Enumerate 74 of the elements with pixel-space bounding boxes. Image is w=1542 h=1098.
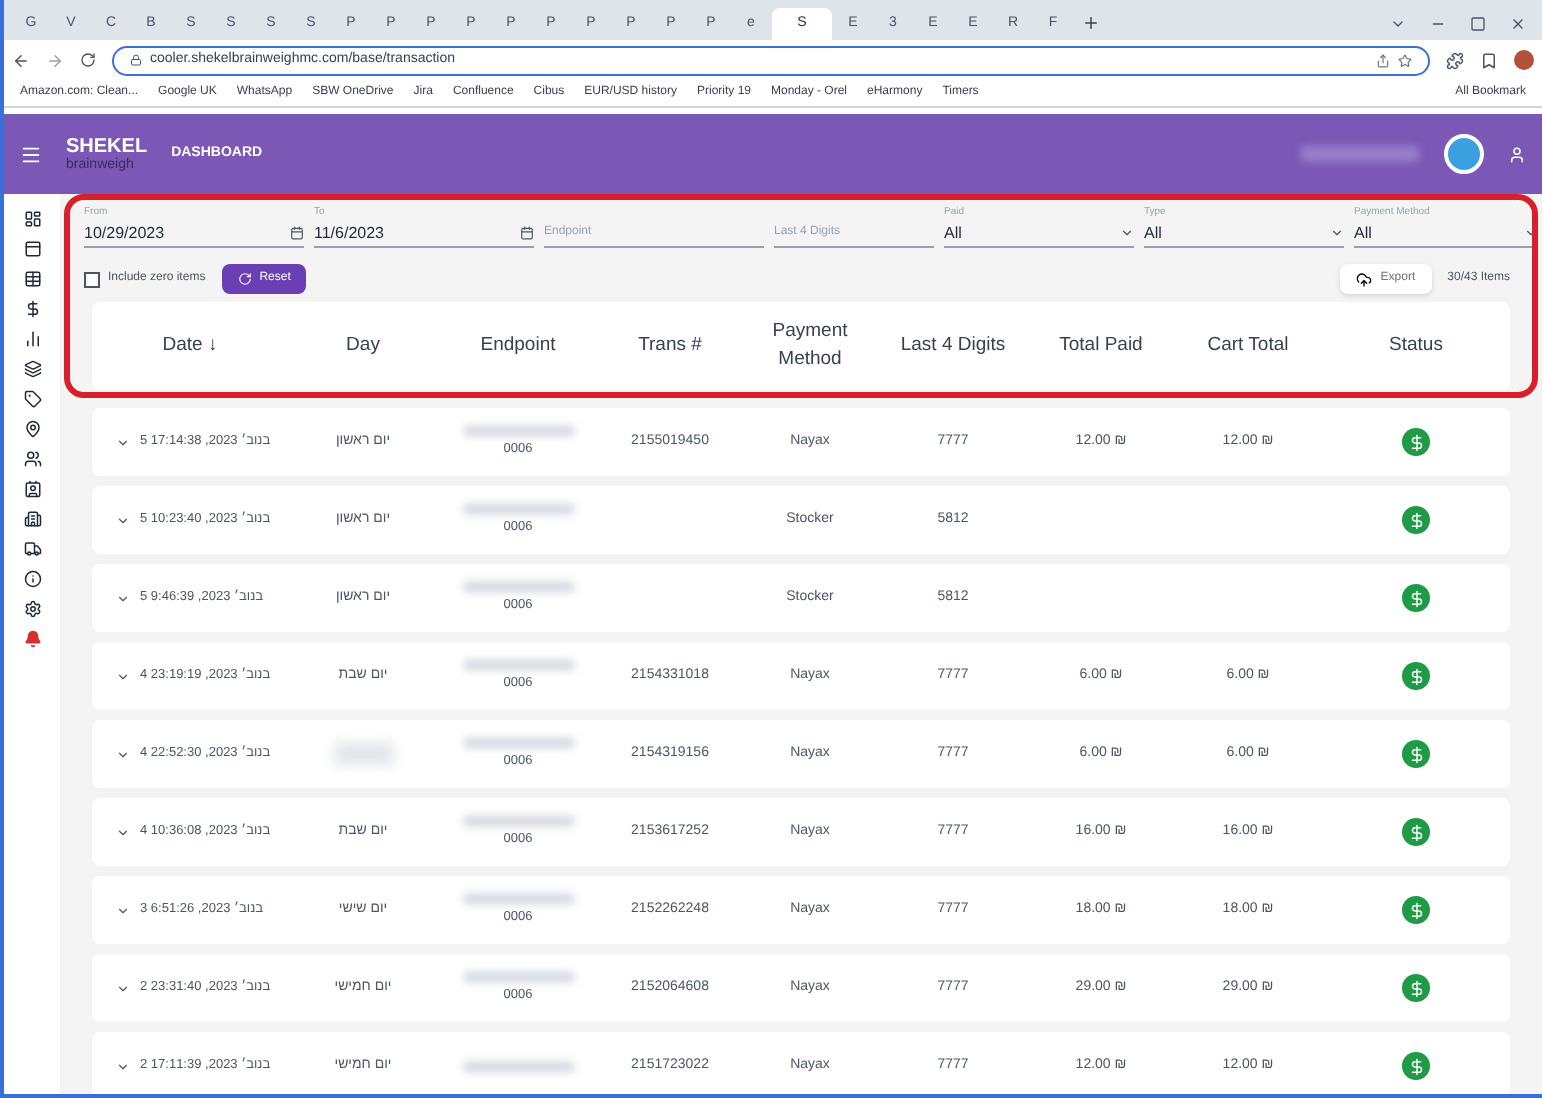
- info-icon[interactable]: [23, 570, 41, 588]
- checkbox[interactable]: [84, 271, 100, 287]
- date-field[interactable]: 10/29/2023: [84, 220, 304, 248]
- avatar-icon[interactable]: [1444, 134, 1484, 174]
- cloud-upload-icon: [1356, 271, 1373, 287]
- select-field[interactable]: All: [1354, 220, 1538, 248]
- reset-icon: [237, 272, 252, 286]
- select-field[interactable]: All: [1144, 220, 1344, 248]
- column-header[interactable]: Cart Total: [1188, 331, 1308, 361]
- expand-icon[interactable]: [116, 825, 130, 839]
- column-header[interactable]: Last 4 Digits: [893, 331, 1013, 361]
- back-icon[interactable]: [12, 51, 30, 69]
- blurred-text: [463, 893, 573, 904]
- column-header[interactable]: Day: [303, 331, 423, 361]
- gear-icon[interactable]: [23, 600, 41, 618]
- bar-chart-icon[interactable]: [23, 330, 41, 348]
- bookmark-icon[interactable]: [1480, 51, 1498, 69]
- user-icon[interactable]: [1508, 145, 1526, 163]
- bell-icon[interactable]: [23, 630, 41, 648]
- calendar-icon[interactable]: [520, 226, 534, 240]
- expand-icon[interactable]: [116, 903, 130, 917]
- expand-icon[interactable]: [116, 435, 130, 449]
- select-field[interactable]: All: [944, 220, 1134, 248]
- expand-icon[interactable]: [116, 591, 130, 605]
- lock-icon[interactable]: [130, 54, 142, 66]
- layers-icon[interactable]: [23, 360, 41, 378]
- users-icon[interactable]: [23, 450, 41, 468]
- tab-search-icon[interactable]: [1390, 16, 1406, 32]
- extension-icon[interactable]: [1446, 51, 1464, 69]
- caret-icon: [1120, 226, 1134, 240]
- forward-icon[interactable]: [46, 51, 64, 69]
- tag-icon[interactable]: [23, 390, 41, 408]
- truck-icon[interactable]: [23, 540, 41, 558]
- blurred-text: [463, 1061, 573, 1071]
- dollar-icon[interactable]: [23, 300, 41, 318]
- dashboard-icon[interactable]: [23, 210, 41, 228]
- blurred-username: [1300, 146, 1420, 162]
- blurred-text: [463, 425, 573, 436]
- blurred-text: [463, 659, 573, 670]
- column-header[interactable]: Payment Method: [750, 317, 870, 375]
- blurred-text: [333, 742, 393, 766]
- column-header[interactable]: Trans #: [610, 331, 730, 361]
- expand-icon[interactable]: [116, 669, 130, 683]
- table-icon[interactable]: [23, 270, 41, 288]
- blurred-text: [463, 737, 573, 748]
- profile-avatar[interactable]: [1514, 50, 1534, 70]
- menu-icon[interactable]: [20, 143, 42, 165]
- new-tab-icon[interactable]: [1082, 14, 1100, 32]
- blurred-text: [463, 815, 573, 826]
- maximize-icon[interactable]: [1470, 16, 1486, 32]
- expand-icon[interactable]: [116, 1059, 130, 1073]
- date-field[interactable]: 11/6/2023: [314, 220, 534, 248]
- blurred-text: [463, 503, 573, 514]
- expand-icon[interactable]: [116, 747, 130, 761]
- logo: SHEKEL: [66, 137, 148, 157]
- panel-icon[interactable]: [23, 240, 41, 258]
- close-icon[interactable]: [1510, 16, 1526, 32]
- building-icon[interactable]: [23, 510, 41, 528]
- star-icon[interactable]: [1398, 53, 1412, 67]
- share-icon[interactable]: [1376, 53, 1390, 67]
- caret-icon: [1524, 226, 1538, 240]
- pin-icon[interactable]: [23, 420, 41, 438]
- calendar-icon[interactable]: [290, 226, 304, 240]
- blurred-text: [463, 581, 573, 592]
- contact-card-icon[interactable]: [23, 480, 41, 498]
- column-header[interactable]: Date ↓: [130, 331, 250, 361]
- column-header[interactable]: Total Paid: [1041, 331, 1161, 361]
- expand-icon[interactable]: [116, 981, 130, 995]
- reload-icon[interactable]: [80, 52, 96, 68]
- column-header[interactable]: Status: [1356, 331, 1476, 361]
- expand-icon[interactable]: [116, 513, 130, 527]
- blurred-text: [463, 971, 573, 982]
- caret-icon: [1330, 226, 1344, 240]
- column-header[interactable]: Endpoint: [458, 331, 578, 361]
